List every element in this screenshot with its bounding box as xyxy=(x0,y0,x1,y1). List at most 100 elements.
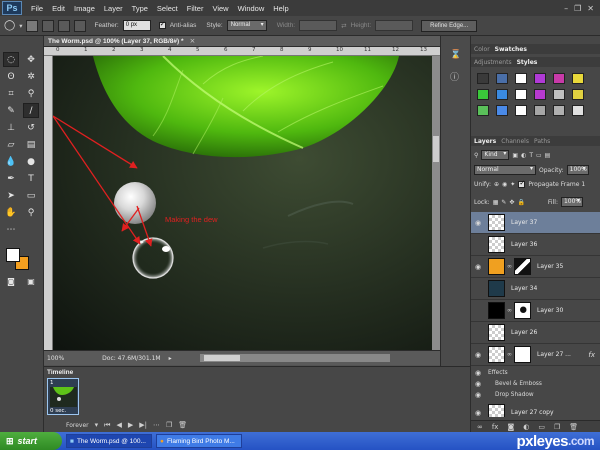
style-select[interactable]: Normal xyxy=(226,20,267,31)
style-swatch[interactable] xyxy=(477,89,489,100)
foreground-color-swatch[interactable] xyxy=(6,248,20,262)
style-swatch[interactable] xyxy=(477,105,489,116)
rectangle-tool-icon[interactable]: ▭ xyxy=(23,188,39,203)
height-input[interactable] xyxy=(375,20,414,31)
visibility-eye-icon[interactable]: ◉ xyxy=(471,263,485,271)
layer-effects-icon[interactable]: fx xyxy=(588,351,595,359)
layer-row[interactable]: ∞ Layer 30 xyxy=(471,300,600,322)
style-swatch[interactable] xyxy=(534,105,546,116)
new-group-icon[interactable]: ▭ xyxy=(538,423,545,431)
preset-dropdown-icon[interactable]: ▾ xyxy=(19,22,22,30)
menu-select[interactable]: Select xyxy=(157,4,178,13)
layer-row[interactable]: ◉ ∞ Layer 27 ... fx xyxy=(471,344,600,366)
adjustment-layer-icon[interactable]: ◐ xyxy=(523,423,529,431)
visibility-eye-icon[interactable]: ◉ xyxy=(471,219,485,227)
filter-smart-icon[interactable]: ▤ xyxy=(545,152,551,159)
layer-row[interactable]: Layer 36 xyxy=(471,234,600,256)
magic-wand-tool-icon[interactable]: ✲ xyxy=(23,69,39,84)
taskbar-item-photoshop[interactable]: ■ The Worm.psd @ 100... xyxy=(66,434,152,448)
unify-position-icon[interactable]: ⊕ xyxy=(494,181,499,188)
layer-row[interactable]: ◉ ∞ Layer 35 xyxy=(471,256,600,278)
menu-layer[interactable]: Layer xyxy=(104,4,123,13)
eraser-tool-icon[interactable]: ▱ xyxy=(3,137,19,152)
filter-adjustment-icon[interactable]: ◐ xyxy=(521,152,526,159)
restore-icon[interactable]: ❐ xyxy=(574,4,581,13)
refine-edge-button[interactable]: Refine Edge... xyxy=(421,19,478,32)
tab-paths[interactable]: Paths xyxy=(534,138,550,145)
menu-window[interactable]: Window xyxy=(238,4,265,13)
previous-frame-icon[interactable]: ◀ xyxy=(116,421,121,429)
tab-styles[interactable]: Styles xyxy=(517,59,538,66)
tab-color[interactable]: Color xyxy=(474,46,490,53)
style-swatch[interactable] xyxy=(572,73,584,84)
quick-mask-icon[interactable]: ◙ xyxy=(3,274,19,289)
style-swatch[interactable] xyxy=(515,105,527,116)
style-swatch[interactable] xyxy=(534,73,546,84)
zoom-level[interactable]: 100% xyxy=(47,355,64,362)
document-tab[interactable]: The Worm.psd @ 100% (Layer 37, RGB/8#) *… xyxy=(44,36,440,47)
healing-brush-tool-icon[interactable]: ✎ xyxy=(3,103,19,118)
style-swatch[interactable] xyxy=(496,73,508,84)
new-selection-button[interactable] xyxy=(26,19,39,32)
status-arrow-icon[interactable]: ▸ xyxy=(169,355,172,362)
visibility-eye-icon[interactable]: ◉ xyxy=(471,351,485,359)
add-selection-button[interactable] xyxy=(42,19,55,32)
style-swatch[interactable] xyxy=(572,89,584,100)
marquee-tool-preset-icon[interactable]: ◯ xyxy=(4,20,15,31)
delete-layer-icon[interactable]: 🗑 xyxy=(569,423,578,431)
add-mask-icon[interactable]: ◙ xyxy=(507,423,514,431)
loop-select[interactable]: Forever xyxy=(66,422,89,429)
taskbar-item-firefox[interactable]: ● Flaming Bird Photo M... xyxy=(156,434,242,448)
horizontal-scroll-thumb[interactable] xyxy=(203,355,240,361)
hand-tool-icon[interactable]: ✋ xyxy=(3,205,19,220)
propagate-checkbox[interactable] xyxy=(518,179,526,188)
style-swatch[interactable] xyxy=(553,105,565,116)
dodge-tool-icon[interactable]: ● xyxy=(23,154,39,169)
style-swatch[interactable] xyxy=(515,89,527,100)
lasso-tool-icon[interactable]: ʘ xyxy=(3,69,19,84)
blur-tool-icon[interactable]: 💧 xyxy=(3,154,19,169)
style-swatch[interactable] xyxy=(534,89,546,100)
feather-input[interactable]: 0 px xyxy=(122,20,151,31)
menu-edit[interactable]: Edit xyxy=(52,4,65,13)
style-swatch[interactable] xyxy=(515,73,527,84)
layer-mask-thumbnail[interactable] xyxy=(514,302,531,319)
document-size[interactable]: Doc: 47.6M/301.1M xyxy=(102,355,160,362)
mask-link-icon[interactable]: ∞ xyxy=(507,351,512,358)
width-input[interactable] xyxy=(299,20,338,31)
rectangular-marquee-tool-icon[interactable]: ◌ xyxy=(3,52,19,67)
lock-paint-icon[interactable]: ✎ xyxy=(501,199,506,206)
layer-row[interactable]: Layer 26 xyxy=(471,322,600,344)
unify-style-icon[interactable]: ✦ xyxy=(510,181,515,188)
fill-input[interactable]: 100% xyxy=(560,197,583,207)
swap-icon[interactable]: ⇄ xyxy=(341,22,346,30)
lock-position-icon[interactable]: ✥ xyxy=(509,199,514,206)
duplicate-frame-icon[interactable]: ❐ xyxy=(166,421,172,429)
mask-link-icon[interactable]: ∞ xyxy=(507,307,512,314)
filter-kind-select[interactable]: Kind xyxy=(481,150,510,160)
timeline-tab[interactable]: Timeline xyxy=(47,369,73,376)
style-swatch[interactable] xyxy=(572,105,584,116)
effect-eye-icon[interactable]: ◉ xyxy=(471,391,485,399)
blend-mode-select[interactable]: Normal xyxy=(474,165,536,175)
next-frame-icon[interactable]: ▶| xyxy=(139,421,147,429)
antialias-checkbox[interactable] xyxy=(158,20,166,29)
effect-eye-icon[interactable]: ◉ xyxy=(471,380,485,388)
tab-swatches[interactable]: Swatches xyxy=(495,46,527,53)
delete-frame-icon[interactable]: 🗑 xyxy=(178,421,187,429)
style-swatch[interactable] xyxy=(553,89,565,100)
tab-adjustments[interactable]: Adjustments xyxy=(474,59,512,66)
screen-mode-icon[interactable]: ▣ xyxy=(23,274,39,289)
new-layer-icon[interactable]: ❐ xyxy=(554,423,560,431)
extra-tools-icon[interactable]: ⋯ xyxy=(3,222,19,237)
animation-frame[interactable]: 1 0 sec. xyxy=(47,378,79,415)
gradient-tool-icon[interactable]: ▤ xyxy=(23,137,39,152)
unify-visibility-icon[interactable]: ◉ xyxy=(502,181,507,188)
crop-tool-icon[interactable]: ⌗ xyxy=(3,86,19,101)
visibility-eye-icon[interactable]: ◉ xyxy=(471,409,485,417)
subtract-selection-button[interactable] xyxy=(58,19,71,32)
layer-mask-thumbnail[interactable] xyxy=(514,258,531,275)
move-tool-icon[interactable]: ✥ xyxy=(23,52,39,67)
menu-help[interactable]: Help xyxy=(273,4,288,13)
mask-link-icon[interactable]: ∞ xyxy=(507,263,512,270)
